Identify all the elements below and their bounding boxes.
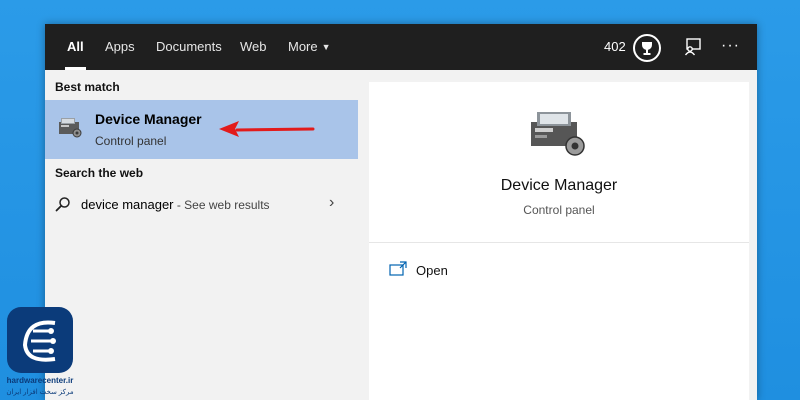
chevron-right-icon[interactable]: › [329,194,334,212]
preview-subtitle: Control panel [523,203,595,217]
web-query: device manager [81,197,174,212]
device-manager-icon [531,112,585,156]
watermark-text: hardwarecenter.ir [6,376,74,385]
open-action[interactable]: Open [389,260,509,284]
web-result-text: device manager - See web results [81,197,270,212]
circuit-logo-icon [7,307,73,373]
ellipsis-icon[interactable]: ··· [721,24,740,70]
device-manager-icon [59,118,82,138]
feedback-icon[interactable] [683,37,703,57]
preview-pane: Device Manager Control panel Open [369,82,749,400]
results-list: Best match Device Manager Control panel … [45,70,358,400]
best-match-title: Device Manager [95,111,202,127]
tab-more-label: More [288,39,318,54]
open-label: Open [416,263,448,278]
trophy-icon[interactable] [633,34,661,62]
search-header: All Apps Documents Web More ▼ 402 ··· [45,24,757,70]
rewards-points: 402 [604,39,626,54]
divider [369,242,749,243]
open-window-icon [389,261,407,276]
tab-documents[interactable]: Documents [156,24,222,70]
search-icon [55,197,70,212]
web-suffix: - See web results [173,198,270,212]
section-search-web: Search the web [55,166,144,180]
best-match-device-manager[interactable]: Device Manager Control panel [45,100,358,159]
tab-apps[interactable]: Apps [105,24,135,70]
tab-web[interactable]: Web [240,24,267,70]
web-result-row[interactable]: device manager - See web results › [45,192,358,218]
caret-down-icon: ▼ [321,42,331,52]
red-arrow-icon [219,121,315,137]
watermark-logo: hardwarecenter.ir مرکز سخت افزار ایران [5,305,75,400]
tab-all[interactable]: All [65,24,86,70]
section-best-match: Best match [55,80,120,94]
watermark-text-fa: مرکز سخت افزار ایران [6,389,74,396]
preview-title: Device Manager [500,177,618,194]
best-match-subtitle: Control panel [95,134,167,148]
search-panel: All Apps Documents Web More ▼ 402 ··· Bes… [45,24,757,400]
tab-more[interactable]: More ▼ [288,24,331,70]
